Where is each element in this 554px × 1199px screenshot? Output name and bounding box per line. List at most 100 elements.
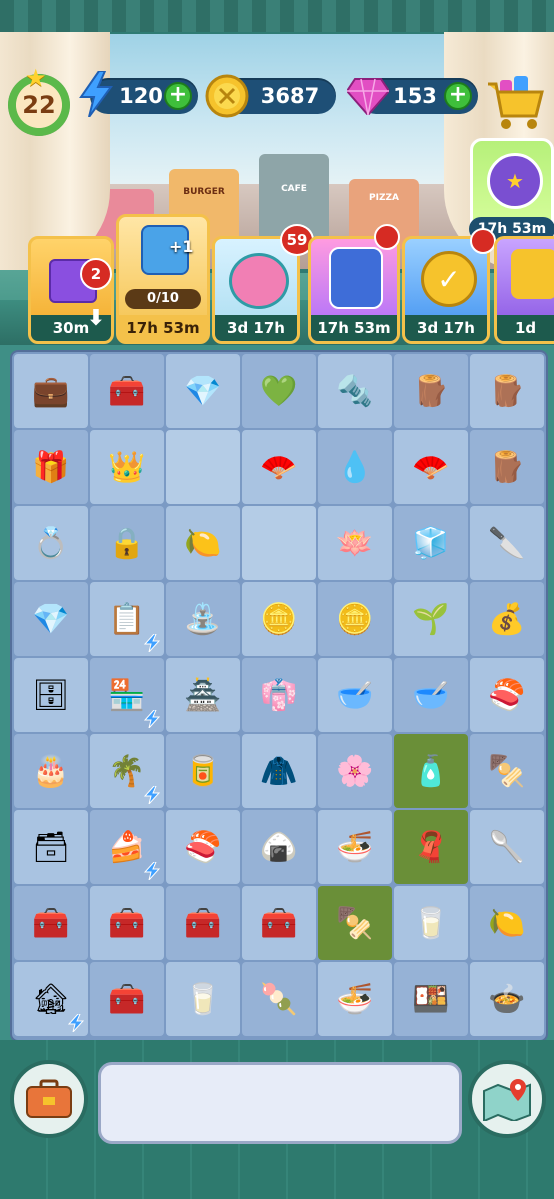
board-cell[interactable]: 🔩 xyxy=(318,354,392,428)
board-cell[interactable]: 🍋 xyxy=(470,886,544,960)
board-cell[interactable]: ⛲ xyxy=(166,582,240,656)
gift-badge: 2 xyxy=(80,258,112,290)
water-lily-pad-icon: 🪷 xyxy=(336,525,374,561)
board-cell[interactable]: 🍣 xyxy=(166,810,240,884)
machine-alert-dot xyxy=(374,224,400,250)
board-cell[interactable]: 🍰 xyxy=(90,810,164,884)
board-cell[interactable]: 🥛 xyxy=(166,962,240,1036)
board-cell[interactable]: 🧊 xyxy=(394,506,468,580)
star-icon: ★ xyxy=(25,64,47,92)
board-cell[interactable]: 💎 xyxy=(14,582,88,656)
board-cell[interactable]: 🧣 xyxy=(394,810,468,884)
water-drop-icon: 💧 xyxy=(336,449,374,485)
gold-coin-icon: 🪙 xyxy=(260,601,298,637)
board-cell[interactable]: 🪷 xyxy=(318,506,392,580)
board-cell[interactable]: 🌴 xyxy=(90,734,164,808)
board-cell[interactable]: 🪙 xyxy=(318,582,392,656)
shop-burger-sign: BURGER xyxy=(183,187,225,197)
board-cell[interactable]: 🍋 xyxy=(166,506,240,580)
energy-value: 120 xyxy=(119,84,163,108)
board-cell[interactable]: 🍜 xyxy=(318,962,392,1036)
featured-pack[interactable]: ★ 17h 53m xyxy=(469,138,554,241)
board-cell[interactable]: 🍢 xyxy=(470,734,544,808)
board-cell[interactable]: 👘 xyxy=(242,658,316,732)
haori-mannequin-icon: 🧥 xyxy=(260,753,298,789)
board-cell[interactable]: 🪵 xyxy=(394,354,468,428)
board-cell[interactable]: 💚 xyxy=(242,354,316,428)
inventory-button[interactable] xyxy=(10,1060,88,1138)
board-cell[interactable]: 💧 xyxy=(318,430,392,504)
soda-can-icon: 🥫 xyxy=(184,753,222,789)
board-cell[interactable]: 🥛 xyxy=(394,886,468,960)
board-cell[interactable]: 🍲 xyxy=(470,962,544,1036)
board-cell[interactable] xyxy=(242,506,316,580)
board-cell[interactable]: 🥣 xyxy=(318,658,392,732)
board-cell[interactable]: 🧥 xyxy=(242,734,316,808)
energy-bolt-icon xyxy=(144,634,160,652)
board-cell[interactable]: 🥣 xyxy=(394,658,468,732)
board-cell[interactable]: 🏪 xyxy=(90,658,164,732)
board-cell[interactable]: 🪭 xyxy=(394,430,468,504)
board-cell[interactable]: 🧰 xyxy=(90,886,164,960)
map-button[interactable] xyxy=(468,1060,546,1138)
stone-basin-icon: 🥣 xyxy=(336,677,374,713)
add-energy-button[interactable]: + xyxy=(164,82,192,110)
board-cell[interactable]: 💎 xyxy=(166,354,240,428)
board-cell[interactable]: 🪙 xyxy=(242,582,316,656)
shop-pizza-sign: PIZZA xyxy=(369,193,399,203)
jewelry-box-tray-icon: 🎁 xyxy=(32,449,70,485)
board-cell[interactable]: 🏯 xyxy=(166,658,240,732)
board-cell[interactable]: 🧰 xyxy=(14,886,88,960)
board-cell[interactable] xyxy=(166,430,240,504)
board-cell[interactable]: 💼 xyxy=(14,354,88,428)
energy-bolt-icon xyxy=(144,710,160,728)
board-cell[interactable]: 🧰 xyxy=(166,886,240,960)
disco-offer[interactable]: 1d 17 xyxy=(494,236,554,344)
machine-offer[interactable]: 17h 53m xyxy=(308,236,400,344)
board-cell[interactable]: 🍙 xyxy=(242,810,316,884)
board-cell[interactable]: 🌱 xyxy=(394,582,468,656)
board-cell[interactable]: 📋 xyxy=(90,582,164,656)
board-cell[interactable]: 🍣 xyxy=(470,658,544,732)
energy-bolt-icon xyxy=(68,1014,84,1032)
board-cell[interactable]: 🪵 xyxy=(470,354,544,428)
board-cell[interactable]: 🧰 xyxy=(242,886,316,960)
small-tree-icon: 🌱 xyxy=(412,601,450,637)
speaker-icon xyxy=(511,249,554,299)
board-cell[interactable]: 🥫 xyxy=(166,734,240,808)
board-cell[interactable]: 🧰 xyxy=(90,354,164,428)
teapot-timer: 3d 17h xyxy=(215,315,297,341)
shop-cart-icon[interactable] xyxy=(486,74,544,130)
board-cell[interactable]: 🧴 xyxy=(394,734,468,808)
board-cell[interactable]: 🍱 xyxy=(394,962,468,1036)
bottle-and-can-icon: 🧴 xyxy=(412,753,450,789)
yogurt-cup-icon: 🥛 xyxy=(412,905,450,941)
board-cell[interactable]: 🧰 xyxy=(90,962,164,1036)
teapot-icon xyxy=(229,253,289,309)
board-cell[interactable]: 🔒 xyxy=(90,506,164,580)
noodle-bowl-icon: 🍲 xyxy=(488,981,526,1017)
board-cell[interactable]: 🌸 xyxy=(318,734,392,808)
board-cell[interactable]: 🪵 xyxy=(470,430,544,504)
board-cell[interactable]: 🔪 xyxy=(470,506,544,580)
board-cell[interactable]: 🎁 xyxy=(14,430,88,504)
board-cell[interactable]: 👑 xyxy=(90,430,164,504)
board-cell[interactable]: 🍡 xyxy=(242,962,316,1036)
gold-coin-icon: 🪙 xyxy=(336,601,374,637)
board-cell[interactable]: 🏚 xyxy=(14,962,88,1036)
board-cell[interactable]: 🥄 xyxy=(470,810,544,884)
ice-crystals-icon: 🧊 xyxy=(412,525,450,561)
board-cell[interactable]: 🍢 xyxy=(318,886,392,960)
board-cell[interactable]: 🎂 xyxy=(14,734,88,808)
sushi-box-icon: 🍱 xyxy=(412,981,450,1017)
board-cell[interactable]: 🗃 xyxy=(14,810,88,884)
gumball-machine-icon xyxy=(329,247,383,309)
board-cell[interactable]: 🗄 xyxy=(14,658,88,732)
board-cell[interactable]: 🍜 xyxy=(318,810,392,884)
board-cell[interactable]: 💍 xyxy=(14,506,88,580)
producer-offer[interactable]: +1 0/10 17h 53m xyxy=(116,214,210,344)
board-cell[interactable]: 🪭 xyxy=(242,430,316,504)
add-gems-button[interactable]: + xyxy=(444,82,472,110)
energy-bolt-icon xyxy=(144,786,160,804)
board-cell[interactable]: 💰 xyxy=(470,582,544,656)
